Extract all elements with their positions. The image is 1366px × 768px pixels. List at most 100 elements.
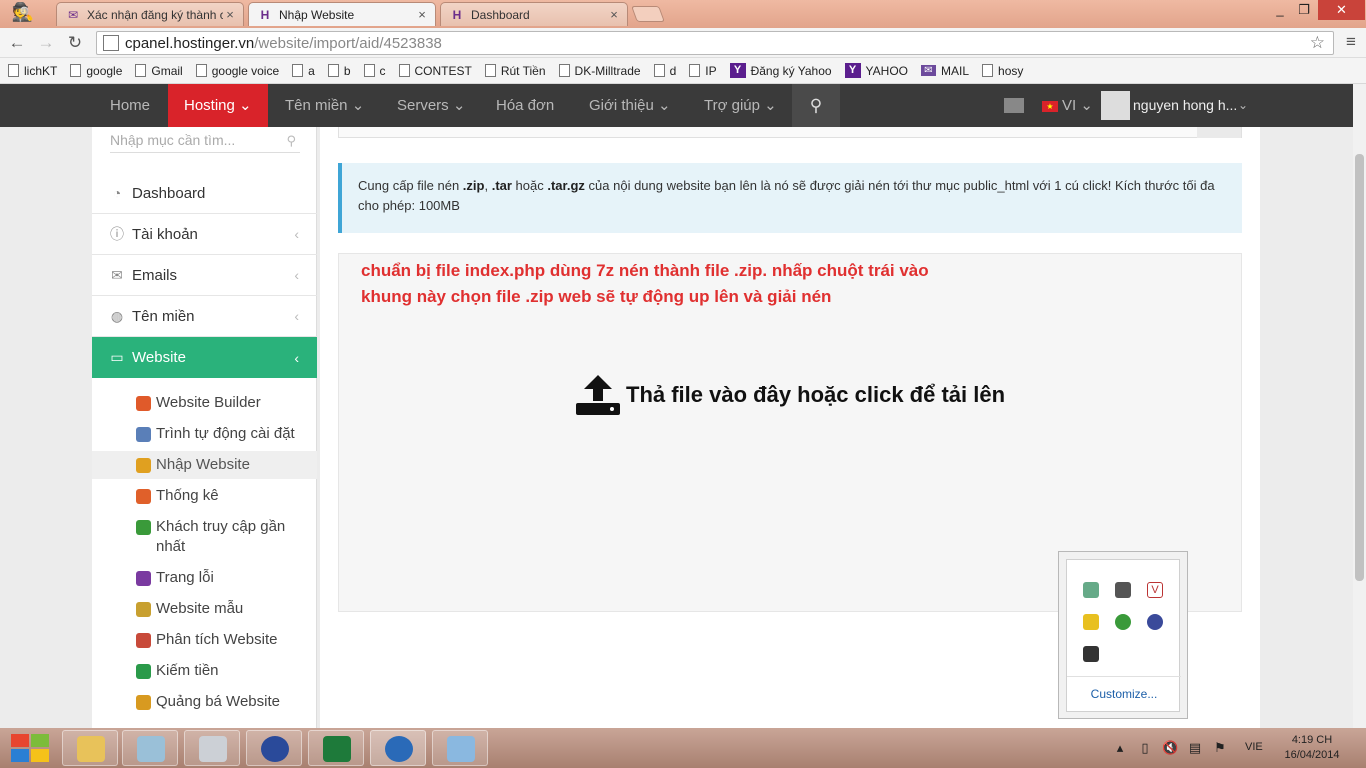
bookmark-label: DK-Milltrade bbox=[574, 63, 641, 78]
v-app-icon[interactable]: V bbox=[1147, 582, 1163, 598]
bookmark-item[interactable]: Rút Tiền bbox=[484, 64, 546, 78]
back-icon[interactable]: ← bbox=[6, 32, 28, 54]
tab-import-website[interactable]: H Nhập Website × bbox=[248, 2, 436, 26]
page-scrollbar[interactable] bbox=[1353, 84, 1366, 728]
taskbar-excel[interactable] bbox=[308, 730, 364, 766]
bookmark-item[interactable]: google voice bbox=[195, 64, 279, 78]
submenu-item[interactable]: Website Builder bbox=[92, 389, 317, 417]
close-icon[interactable]: × bbox=[415, 7, 429, 22]
taskbar-chrome[interactable] bbox=[370, 730, 426, 766]
tab-email-confirm[interactable]: ✉ Xác nhận đăng ký thành c × bbox=[56, 2, 244, 26]
bookmark-item[interactable]: google bbox=[70, 64, 122, 78]
sidebar-item-dashboard[interactable]: ◔ Dashboard bbox=[92, 173, 317, 214]
windows-start-icon[interactable] bbox=[8, 731, 52, 765]
nav-domains-label: Tên miền bbox=[285, 97, 348, 114]
bookmark-star-icon[interactable]: ☆ bbox=[1310, 33, 1325, 53]
network-icon[interactable]: ▤ bbox=[1187, 740, 1203, 756]
taskbar-browser-globe[interactable] bbox=[246, 730, 302, 766]
submenu-item-icon bbox=[136, 602, 151, 617]
reload-icon[interactable]: ↻ bbox=[64, 32, 86, 54]
page-icon bbox=[689, 64, 701, 77]
nav-hosting[interactable]: Hosting ⌄ bbox=[168, 84, 268, 133]
search-icon[interactable]: ⚲ bbox=[792, 84, 840, 127]
show-hidden-icons-icon[interactable]: ▴ bbox=[1112, 740, 1128, 756]
close-icon[interactable]: × bbox=[223, 7, 237, 22]
bookmark-item[interactable]: DK-Milltrade bbox=[558, 63, 641, 78]
bookmark-item[interactable]: d bbox=[653, 64, 676, 78]
volume-muted-icon[interactable]: 🔇 bbox=[1162, 740, 1178, 756]
sidebar-item-domains[interactable]: ◍ Tên miền ‹ bbox=[92, 296, 317, 337]
address-bar[interactable]: cpanel.hostinger.vn/website/import/aid/4… bbox=[96, 31, 1334, 55]
power-icon[interactable]: ▯ bbox=[1137, 740, 1153, 756]
bookmark-label: lichKT bbox=[24, 63, 58, 78]
language-selector[interactable]: ★ VI ⌄ bbox=[1042, 84, 1093, 127]
submenu-item-icon bbox=[136, 427, 151, 442]
customize-link[interactable]: Customize... bbox=[1067, 687, 1181, 701]
nav-home[interactable]: Home bbox=[110, 84, 150, 127]
notebook-icon bbox=[137, 736, 165, 762]
bookmark-item[interactable]: IP bbox=[689, 64, 717, 78]
sidebar-item-account[interactable]: ⓘ Tài khoản ‹ bbox=[92, 214, 317, 255]
submenu-item[interactable]: Phân tích Website bbox=[92, 626, 317, 654]
sidebar-item-label: Emails bbox=[132, 266, 178, 284]
bookmark-item[interactable]: CONTEST bbox=[398, 64, 472, 78]
forward-icon[interactable]: → bbox=[35, 32, 57, 54]
submenu-item[interactable]: Khách truy cập gần nhất bbox=[92, 513, 317, 561]
action-center-icon[interactable]: ⚑ bbox=[1212, 740, 1228, 756]
user-name[interactable]: nguyen hong h... bbox=[1133, 84, 1237, 127]
bookmark-item[interactable]: Gmail bbox=[135, 64, 183, 78]
submenu-item-label: Kiếm tiền bbox=[156, 662, 219, 679]
submenu-item[interactable]: Trình tự động cài đặt bbox=[92, 420, 317, 448]
bookmark-item[interactable]: lichKT bbox=[8, 64, 57, 78]
nav-invoices[interactable]: Hóa đơn bbox=[496, 84, 554, 127]
submenu-item[interactable]: Website mẫu bbox=[92, 595, 317, 623]
blue-globe-icon[interactable] bbox=[1147, 614, 1163, 630]
taskbar-paint[interactable] bbox=[432, 730, 488, 766]
taskbar-explorer[interactable] bbox=[62, 730, 118, 766]
restore-button[interactable]: ❐ bbox=[1290, 0, 1318, 20]
camera-icon[interactable] bbox=[1083, 646, 1099, 662]
bookmark-item[interactable]: a bbox=[292, 64, 315, 78]
submenu-item[interactable]: Thống kê bbox=[92, 482, 317, 510]
avatar[interactable] bbox=[1101, 91, 1130, 120]
clock[interactable]: 4:19 CH 16/04/2014 bbox=[1282, 733, 1342, 763]
sidebar-item-emails[interactable]: ✉ Emails ‹ bbox=[92, 255, 317, 296]
taskbar-calculator[interactable] bbox=[184, 730, 240, 766]
chevron-down-icon[interactable]: ⌄ bbox=[1238, 84, 1248, 127]
bookmark-item[interactable]: b bbox=[327, 64, 351, 78]
format-tar: .tar bbox=[491, 178, 512, 193]
input-language[interactable]: VIE bbox=[1245, 741, 1263, 753]
scrollbar-thumb[interactable] bbox=[1355, 154, 1364, 581]
nav-help[interactable]: Trợ giúp ⌄ bbox=[704, 84, 777, 127]
bookmark-item[interactable]: c bbox=[363, 64, 386, 78]
envelope-icon[interactable] bbox=[1004, 98, 1024, 113]
chrome-menu-icon[interactable]: ≡ bbox=[1342, 32, 1360, 52]
submenu-item[interactable]: Nhập Website bbox=[92, 451, 317, 479]
bookmark-item[interactable]: ✉ MAIL bbox=[921, 64, 969, 78]
tab-title: Xác nhận đăng ký thành c bbox=[87, 7, 223, 22]
taskbar-notebook[interactable] bbox=[122, 730, 178, 766]
dashboard-icon: ◔ bbox=[112, 185, 122, 201]
page-icon bbox=[653, 64, 665, 77]
page-icon bbox=[292, 64, 304, 77]
submenu-item[interactable]: Trang lỗi bbox=[92, 564, 317, 592]
sidebar-item-website[interactable]: ▭ Website ‹ bbox=[92, 337, 317, 378]
nav-domains[interactable]: Tên miền ⌄ bbox=[285, 84, 364, 127]
submenu-item[interactable]: Kiếm tiền bbox=[92, 657, 317, 685]
network-globe-icon[interactable] bbox=[1115, 614, 1131, 630]
bookmark-item[interactable]: hosy bbox=[982, 64, 1023, 78]
phone-icon[interactable] bbox=[1115, 582, 1131, 598]
close-icon[interactable]: × bbox=[607, 7, 621, 22]
bookmark-item[interactable]: Y Đăng ký Yahoo bbox=[729, 63, 832, 78]
nav-servers[interactable]: Servers ⌄ bbox=[397, 84, 465, 127]
bookmark-item[interactable]: Y YAHOO bbox=[844, 63, 908, 78]
security-shield-icon[interactable] bbox=[1083, 582, 1099, 598]
window-close-button[interactable]: ✕ bbox=[1318, 0, 1365, 20]
nav-referral[interactable]: Giới thiệu ⌄ bbox=[589, 84, 671, 127]
clipped-header-panel bbox=[338, 127, 1242, 138]
new-tab-button[interactable] bbox=[631, 6, 665, 22]
submenu-item[interactable]: Quảng bá Website bbox=[92, 688, 317, 716]
sidebar-search-input[interactable]: Nhập mục cần tìm... ⚲ bbox=[110, 127, 300, 153]
warning-tag-icon[interactable] bbox=[1083, 614, 1099, 630]
tab-dashboard[interactable]: H Dashboard × bbox=[440, 2, 628, 26]
